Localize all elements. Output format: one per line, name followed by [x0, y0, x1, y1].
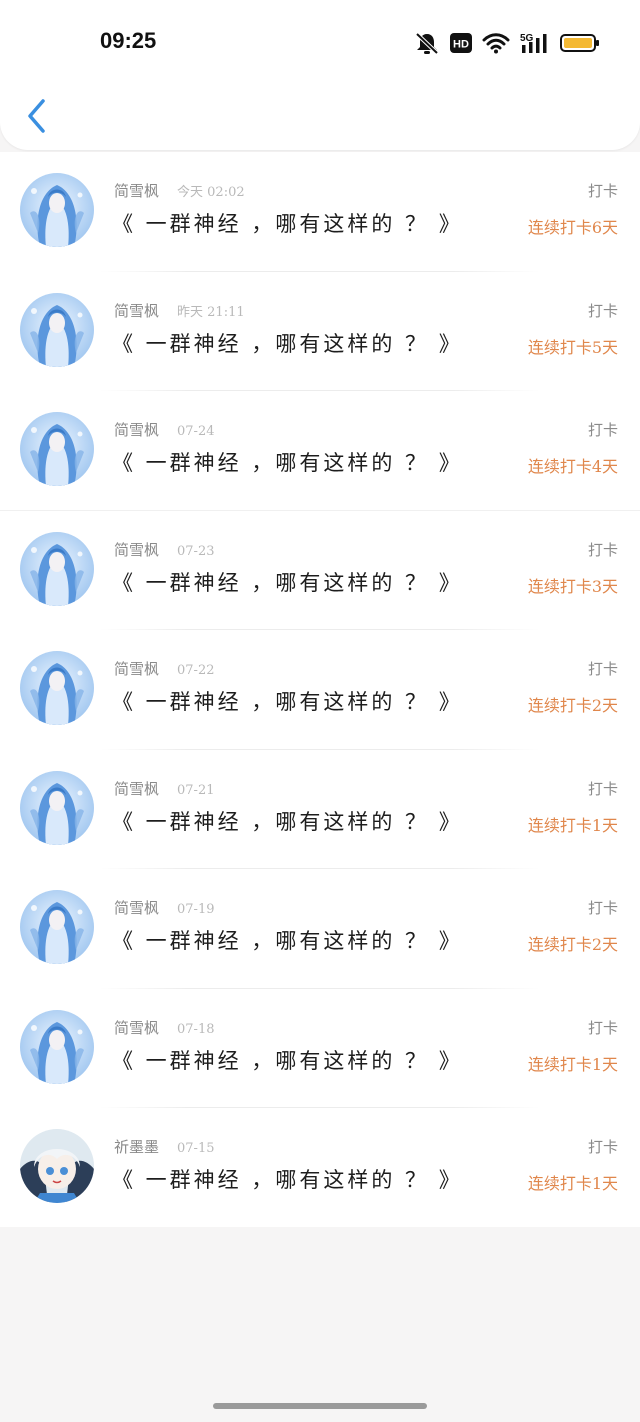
username[interactable]: 简雪枫 — [114, 658, 159, 679]
checkin-list-page: 09:25 HD 5G 简雪枫 今天 02:02 《 一群神经 ，哪有这样的 ？… — [0, 0, 640, 1422]
back-button[interactable] — [22, 96, 50, 136]
item-meta: 祈墨墨 07-15 — [114, 1136, 215, 1157]
checkin-streak: 连续打卡1天 — [527, 815, 618, 835]
blue-haired-character-avatar[interactable] — [20, 412, 94, 486]
list-item[interactable]: 简雪枫 07-21 《 一群神经 ，哪有这样的 ？ 》 打卡 连续打卡1天 — [0, 750, 640, 869]
blue-haired-character-avatar[interactable] — [20, 292, 94, 367]
post-date: 07-19 — [177, 902, 215, 917]
username[interactable]: 简雪枫 — [114, 419, 159, 440]
post-date: 07-22 — [177, 663, 215, 678]
checkin-tag: 打卡 — [587, 182, 618, 200]
post-date: 07-21 — [177, 782, 215, 798]
username[interactable]: 简雪枫 — [114, 778, 159, 799]
post-date: 07-23 — [177, 543, 215, 559]
list-item[interactable]: 祈墨墨 07-15 《 一群神经 ，哪有这样的 ？ 》 打卡 连续打卡1天 — [0, 1108, 640, 1228]
post-title[interactable]: 《 一群神经 ，哪有这样的 ？ 》 — [112, 208, 463, 238]
username[interactable]: 简雪枫 — [114, 300, 159, 321]
list-item[interactable]: 简雪枫 07-24 《 一群神经 ，哪有这样的 ？ 》 打卡 连续打卡4天 — [0, 391, 640, 511]
hd-label: HD — [453, 39, 469, 51]
item-meta: 简雪枫 昨天 21:11 — [114, 300, 245, 321]
post-date: 07-15 — [177, 1141, 215, 1156]
username[interactable]: 祈墨墨 — [114, 1136, 159, 1157]
username[interactable]: 简雪枫 — [114, 897, 159, 918]
list-item[interactable]: 简雪枫 昨天 21:11 《 一群神经 ，哪有这样的 ？ 》 打卡 连续打卡5天 — [0, 272, 640, 391]
post-date: 07-24 — [177, 424, 215, 439]
top-header: 09:25 HD 5G — [0, 0, 640, 150]
username[interactable]: 简雪枫 — [114, 1017, 159, 1038]
checkin-tag: 打卡 — [587, 301, 618, 320]
blue-haired-character-avatar[interactable] — [20, 890, 94, 964]
checkin-tag: 打卡 — [587, 1138, 618, 1156]
username[interactable]: 简雪枫 — [114, 180, 159, 201]
post-date: 昨天 21:11 — [177, 304, 245, 320]
post-title[interactable]: 《 一群神经 ，哪有这样的 ？ 》 — [112, 806, 463, 836]
checkin-tag: 打卡 — [587, 899, 618, 917]
checkin-streak: 连续打卡1天 — [527, 1174, 618, 1193]
list-item[interactable]: 简雪枫 今天 02:02 《 一群神经 ，哪有这样的 ？ 》 打卡 连续打卡6天 — [0, 152, 640, 272]
blue-haired-character-avatar[interactable] — [20, 651, 94, 725]
item-meta: 简雪枫 07-21 — [114, 778, 215, 799]
post-title[interactable]: 《 一群神经 ，哪有这样的 ？ 》 — [112, 328, 463, 358]
home-indicator[interactable] — [213, 1403, 427, 1409]
battery-icon — [560, 33, 600, 53]
blue-haired-character-avatar[interactable] — [20, 173, 94, 247]
status-icons: HD 5G — [414, 30, 600, 56]
item-meta: 简雪枫 07-18 — [114, 1017, 215, 1038]
checkin-tag: 打卡 — [587, 540, 618, 559]
list-item[interactable]: 简雪枫 07-22 《 一群神经 ，哪有这样的 ？ 》 打卡 连续打卡2天 — [0, 630, 640, 750]
mute-bell-icon — [414, 31, 440, 55]
blue-haired-character-avatar[interactable] — [20, 531, 94, 606]
checkin-tag: 打卡 — [587, 779, 618, 798]
post-date: 今天 02:02 — [177, 185, 245, 200]
blue-haired-character-avatar[interactable] — [20, 770, 94, 845]
wifi-icon — [482, 32, 510, 54]
list-item[interactable]: 简雪枫 07-23 《 一群神经 ，哪有这样的 ？ 》 打卡 连续打卡3天 — [0, 511, 640, 630]
hd-icon: HD — [450, 33, 472, 53]
checkin-tag: 打卡 — [587, 421, 618, 439]
username[interactable]: 简雪枫 — [114, 539, 159, 560]
checkin-streak: 连续打卡3天 — [527, 576, 618, 596]
post-title[interactable]: 《 一群神经 ，哪有这样的 ？ 》 — [112, 925, 463, 955]
checkin-list: 简雪枫 今天 02:02 《 一群神经 ，哪有这样的 ？ 》 打卡 连续打卡6天… — [0, 152, 640, 1227]
list-item[interactable]: 简雪枫 07-19 《 一群神经 ，哪有这样的 ？ 》 打卡 连续打卡2天 — [0, 869, 640, 989]
post-title[interactable]: 《 一群神经 ，哪有这样的 ？ 》 — [112, 567, 463, 597]
checkin-streak: 连续打卡2天 — [527, 696, 618, 715]
checkin-streak: 连续打卡2天 — [527, 935, 618, 954]
list-item[interactable]: 简雪枫 07-18 《 一群神经 ，哪有这样的 ？ 》 打卡 连续打卡1天 — [0, 989, 640, 1108]
checkin-streak: 连续打卡4天 — [527, 457, 618, 476]
checkin-tag: 打卡 — [587, 1018, 618, 1037]
post-date: 07-18 — [177, 1021, 215, 1037]
item-meta: 简雪枫 07-23 — [114, 539, 215, 560]
checkin-streak: 连续打卡1天 — [527, 1054, 618, 1074]
blue-haired-character-avatar[interactable] — [20, 1009, 94, 1084]
post-title[interactable]: 《 一群神经 ，哪有这样的 ？ 》 — [112, 447, 463, 477]
5g-signal-icon: 5G — [520, 32, 550, 54]
checkin-streak: 连续打卡6天 — [527, 218, 618, 237]
white-haired-character-avatar[interactable] — [20, 1129, 94, 1203]
item-meta: 简雪枫 07-22 — [114, 658, 215, 679]
checkin-tag: 打卡 — [587, 660, 618, 678]
item-meta: 简雪枫 07-19 — [114, 897, 215, 918]
item-meta: 简雪枫 07-24 — [114, 419, 215, 440]
post-title[interactable]: 《 一群神经 ，哪有这样的 ？ 》 — [112, 686, 463, 716]
checkin-streak: 连续打卡5天 — [527, 337, 618, 357]
item-meta: 简雪枫 今天 02:02 — [114, 180, 245, 201]
post-title[interactable]: 《 一群神经 ，哪有这样的 ？ 》 — [112, 1164, 463, 1194]
post-title[interactable]: 《 一群神经 ，哪有这样的 ？ 》 — [112, 1045, 463, 1075]
status-time: 09:25 — [100, 28, 157, 53]
chevron-left-icon — [28, 99, 45, 133]
